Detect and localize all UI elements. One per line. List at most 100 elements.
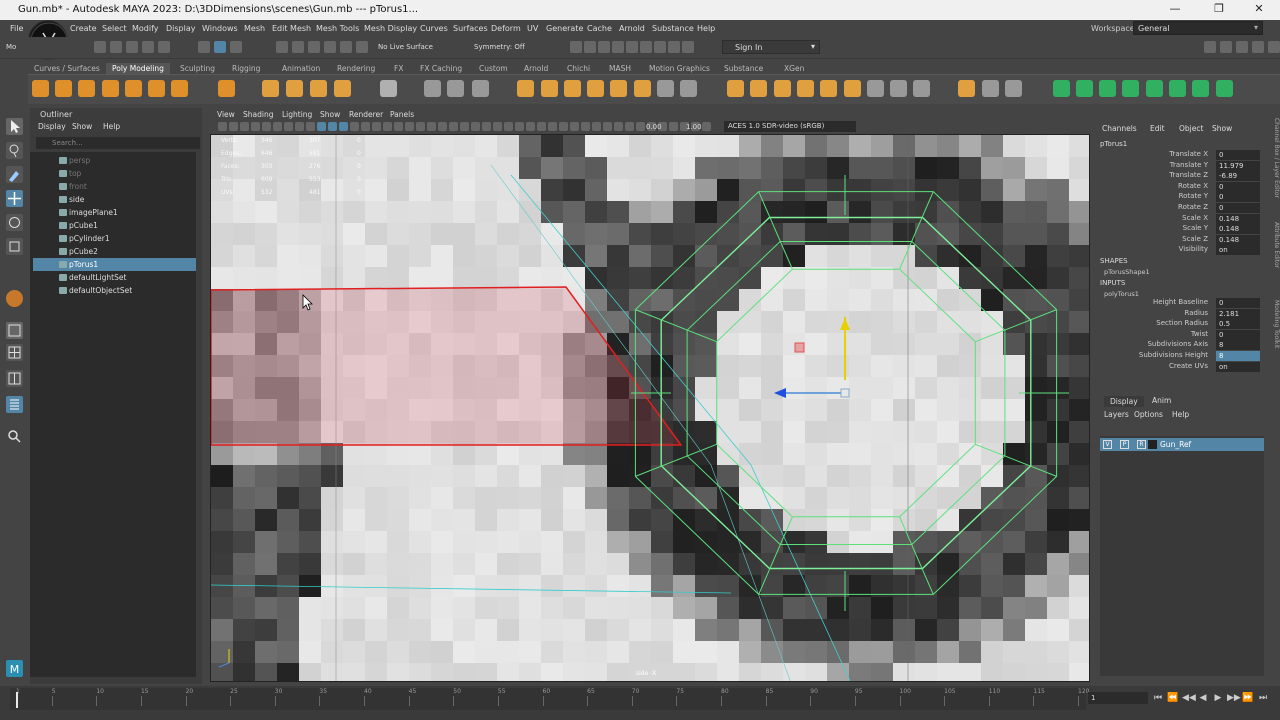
shelf-tab[interactable]: FX (388, 63, 409, 74)
attribute-row[interactable]: Radius 2.181 (1096, 308, 1268, 319)
shelf-tool-icon[interactable] (424, 80, 441, 97)
shelf-tool-icon[interactable] (1216, 80, 1233, 97)
attribute-value-field[interactable]: 0.148 (1216, 234, 1260, 245)
menu-item[interactable]: UV (527, 24, 538, 33)
attribute-row[interactable]: Section Radius 0.5 (1096, 319, 1268, 330)
layer-menu-layers[interactable]: Layers (1104, 410, 1129, 419)
layer-playback-toggle[interactable]: P (1120, 440, 1129, 449)
outliner-menu-show[interactable]: Show (72, 122, 92, 131)
outliner-item[interactable]: defaultLightSet (33, 271, 196, 284)
shelf-tool-icon[interactable] (958, 80, 975, 97)
viewport-tool-icon[interactable] (449, 122, 458, 131)
attribute-value-field[interactable]: 0 (1216, 298, 1260, 308)
shelf-tool-icon[interactable] (472, 80, 489, 97)
viewport-tool-icon[interactable] (471, 122, 480, 131)
shelf-tab[interactable]: FX Caching (414, 63, 468, 74)
viewport-menu-shading[interactable]: Shading (243, 110, 273, 119)
status-tool-icon[interactable] (308, 41, 320, 53)
menu-item[interactable]: Arnold (619, 24, 645, 33)
menu-item[interactable]: Create (70, 24, 97, 33)
viewport-tool-icon[interactable] (493, 122, 502, 131)
viewport-tool-icon[interactable] (636, 122, 645, 131)
shelf-tab[interactable]: Substance (718, 63, 769, 74)
shelf-tool-icon[interactable] (517, 80, 534, 97)
cb-menu-show[interactable]: Show (1212, 124, 1232, 133)
menu-item[interactable]: Generate (546, 24, 583, 33)
layer-menu-options[interactable]: Options (1134, 410, 1163, 419)
menu-item[interactable]: Mesh Tools (316, 24, 359, 33)
viewport-tool-icon[interactable] (702, 122, 711, 131)
layer-menu-help[interactable]: Help (1172, 410, 1189, 419)
status-tool-icon[interactable] (1220, 41, 1232, 53)
move-tool-icon[interactable] (6, 190, 23, 207)
shelf-tool-icon[interactable] (750, 80, 767, 97)
attribute-row[interactable]: Rotate Y 0 (1096, 192, 1268, 203)
attribute-value-field[interactable]: 0 (1216, 329, 1260, 340)
attribute-row[interactable]: Twist 0 (1096, 329, 1268, 340)
viewport-tool-icon[interactable] (416, 122, 425, 131)
viewport-menu-panels[interactable]: Panels (390, 110, 414, 119)
shelf-tool-icon[interactable] (32, 80, 49, 97)
shelf-tab[interactable]: Arnold (518, 63, 554, 74)
viewport-tool-icon[interactable] (317, 122, 326, 131)
viewport-tool-icon[interactable] (526, 122, 535, 131)
status-tool-icon[interactable] (612, 41, 624, 53)
shelf-tool-icon[interactable] (564, 80, 581, 97)
attribute-row[interactable]: Create UVs on (1096, 361, 1268, 372)
paint-select-tool-icon[interactable] (6, 166, 23, 183)
layer-row[interactable]: V P R Gun_Ref (1100, 438, 1264, 451)
attribute-row[interactable]: Subdivisions Axis 8 (1096, 340, 1268, 351)
shelf-tool-icon[interactable] (218, 80, 235, 97)
soft-select-icon[interactable] (6, 290, 23, 307)
outliner-item[interactable]: defaultObjectSet (33, 284, 196, 297)
menu-item[interactable]: Curves (420, 24, 448, 33)
current-time-indicator[interactable] (16, 692, 18, 708)
shelf-tool-icon[interactable] (867, 80, 884, 97)
attribute-value-field[interactable]: 0.148 (1216, 213, 1260, 224)
viewport-tool-icon[interactable] (339, 122, 348, 131)
viewport-tool-icon[interactable] (350, 122, 359, 131)
attribute-value-field[interactable]: on (1216, 361, 1260, 372)
cb-menu-object[interactable]: Object (1179, 124, 1203, 133)
viewport-tool-icon[interactable] (372, 122, 381, 131)
color-space-select[interactable]: ACES 1.0 SDR-video (sRGB) (724, 121, 856, 132)
shelf-tool-icon[interactable] (913, 80, 930, 97)
status-tool-icon[interactable] (1204, 41, 1216, 53)
attribute-value-field[interactable]: on (1216, 245, 1260, 256)
gamma-field[interactable]: 1.00 (686, 123, 702, 131)
shelf-tool-icon[interactable] (447, 80, 464, 97)
status-tool-icon[interactable] (1268, 41, 1280, 53)
viewport-tool-icon[interactable] (570, 122, 579, 131)
menu-item[interactable]: Help (697, 24, 715, 33)
layer-color-swatch[interactable] (1148, 440, 1157, 449)
shelf-tool-icon[interactable] (1053, 80, 1070, 97)
viewport-tool-icon[interactable] (383, 122, 392, 131)
viewport-tool-icon[interactable] (328, 122, 337, 131)
attribute-value-field[interactable]: 0 (1216, 192, 1260, 203)
menu-item[interactable]: Mesh Display (364, 24, 417, 33)
mode-selector[interactable]: Mo (6, 43, 16, 51)
shelf-tool-icon[interactable] (610, 80, 627, 97)
search-icon[interactable] (6, 428, 23, 445)
outliner-item[interactable]: imagePlane1 (33, 206, 196, 219)
shelf-tool-icon[interactable] (1099, 80, 1116, 97)
outliner-menu-display[interactable]: Display (38, 122, 66, 131)
status-tool-icon[interactable] (340, 41, 352, 53)
lasso-tool-icon[interactable] (6, 142, 23, 159)
shelf-tool-icon[interactable] (148, 80, 165, 97)
viewport-tool-icon[interactable] (603, 122, 612, 131)
attribute-value-field[interactable]: 8 (1216, 351, 1260, 361)
move-plane-handle[interactable] (794, 342, 805, 353)
menu-item[interactable]: Windows (202, 24, 238, 33)
cb-menu-edit[interactable]: Edit (1150, 124, 1165, 133)
viewport-tool-icon[interactable] (559, 122, 568, 131)
shelf-tab[interactable]: Curves / Surfaces (28, 63, 106, 74)
status-tool-icon[interactable] (356, 41, 368, 53)
outliner-item[interactable]: front (33, 180, 196, 193)
viewport-tool-icon[interactable] (394, 122, 403, 131)
attribute-row[interactable]: Scale Z 0.148 (1096, 234, 1268, 245)
select-tool-icon[interactable] (6, 118, 23, 135)
layer-tab-anim[interactable]: Anim (1152, 396, 1171, 405)
viewport-tool-icon[interactable] (218, 122, 227, 131)
shelf-tool-icon[interactable] (1076, 80, 1093, 97)
